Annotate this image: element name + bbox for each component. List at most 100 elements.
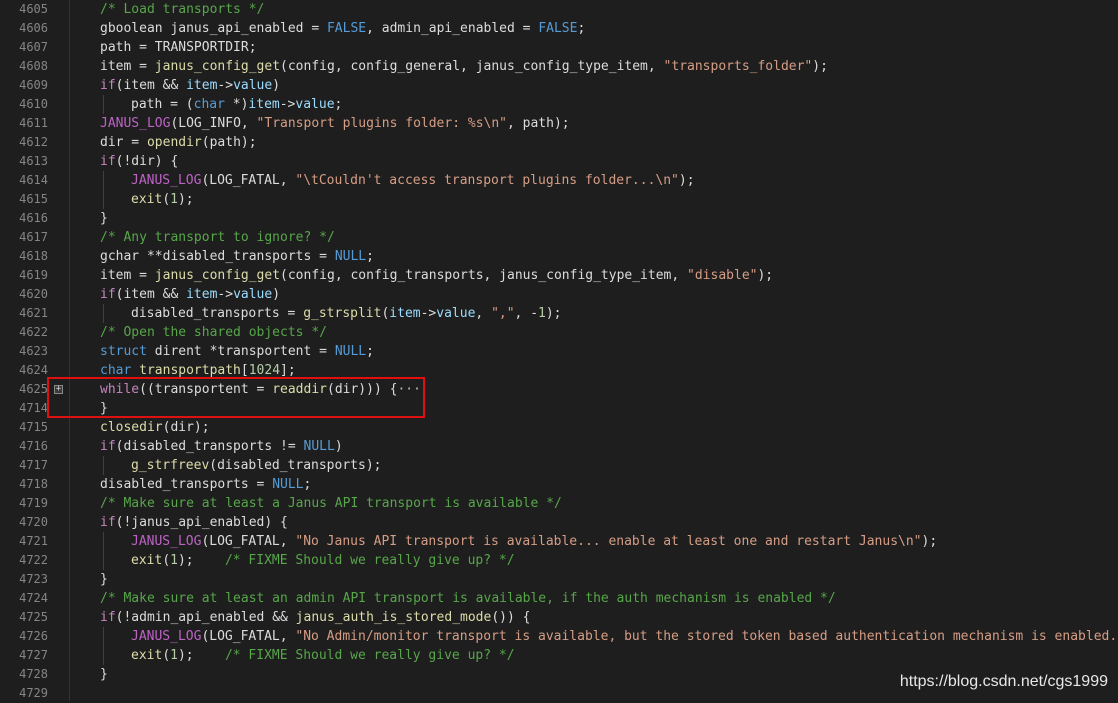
- code-token: (disabled_transports !=: [115, 439, 304, 454]
- line-number: 4721: [19, 534, 48, 548]
- code-token: struct: [100, 344, 147, 359]
- code-text: /* Load transports */: [100, 0, 264, 19]
- code-line[interactable]: 4622 /* Open the shared objects */: [0, 323, 1118, 342]
- code-text: disabled_transports = NULL;: [100, 475, 311, 494]
- code-line[interactable]: 4621 disabled_transports = g_strsplit(ite…: [0, 304, 1118, 323]
- code-text: /* Any transport to ignore? */: [100, 228, 335, 247]
- code-line[interactable]: 4715 closedir(dir);: [0, 418, 1118, 437]
- code-token: 1: [538, 306, 546, 321]
- code-text: JANUS_LOG(LOG_FATAL, "No Admin/monitor t…: [131, 627, 1118, 646]
- code-token: if: [100, 515, 116, 530]
- code-line[interactable]: 4724 /* Make sure at least an admin API t…: [0, 589, 1118, 608]
- code-token: dirent *transportent =: [146, 344, 335, 359]
- code-line[interactable]: 4613 if(!dir) {: [0, 152, 1118, 171]
- code-line[interactable]: 4723}: [0, 570, 1118, 589]
- code-text: path = TRANSPORTDIR;: [100, 38, 257, 57]
- line-number: 4715: [19, 420, 48, 434]
- code-token: path = TRANSPORTDIR;: [100, 40, 257, 55]
- code-line[interactable]: 4725 if(!admin_api_enabled && janus_auth_…: [0, 608, 1118, 627]
- indent-guide: [103, 304, 104, 323]
- line-number: 4723: [19, 572, 48, 586]
- code-text: if(disabled_transports != NULL): [100, 437, 343, 456]
- code-token: (LOG_FATAL,: [201, 534, 296, 549]
- code-token: /* FIXME Should we really give up? */: [224, 553, 515, 568]
- line-number: 4617: [19, 230, 48, 244]
- code-line[interactable]: 4623 struct dirent *transportent = NULL;: [0, 342, 1118, 361]
- line-number: 4725: [19, 610, 48, 624]
- code-line[interactable]: 4615 exit(1);: [0, 190, 1118, 209]
- code-text: /* Open the shared objects */: [100, 323, 327, 342]
- code-editor[interactable]: 4605 /* Load transports */ 4606 gboolean ja…: [0, 0, 1118, 701]
- code-text: }: [100, 665, 108, 684]
- code-token: (config, config_transports, janus_config…: [280, 268, 688, 283]
- code-token: (LOG_FATAL,: [201, 629, 296, 644]
- code-token: [: [240, 363, 249, 378]
- code-token: , -: [514, 306, 539, 321]
- code-text: exit(1);: [131, 190, 194, 209]
- code-line[interactable]: 4620 if(item && item->value): [0, 285, 1118, 304]
- code-token: JANUS_LOG: [131, 534, 202, 549]
- code-token: value: [233, 78, 273, 93]
- code-token: (!dir) {: [115, 154, 179, 169]
- line-number: 4609: [19, 78, 48, 92]
- code-token: NULL: [334, 344, 367, 359]
- line-number: 4722: [19, 553, 48, 567]
- code-token: ];: [280, 363, 296, 378]
- code-text: /* Make sure at least a Janus API transp…: [100, 494, 562, 513]
- code-line[interactable]: 4721 JANUS_LOG(LOG_FATAL, "No Janus API t…: [0, 532, 1118, 551]
- code-token: 1024: [248, 363, 281, 378]
- code-line[interactable]: 4616}: [0, 209, 1118, 228]
- code-token: item =: [100, 268, 155, 283]
- code-token: janus_config_get: [154, 268, 281, 283]
- code-token: ,: [475, 306, 492, 321]
- code-line[interactable]: 4617 /* Any transport to ignore? */: [0, 228, 1118, 247]
- code-token: (config, config_general, janus_config_ty…: [280, 59, 664, 74]
- code-line[interactable]: 4719 /* Make sure at least a Janus API tr…: [0, 494, 1118, 513]
- line-number: 4625: [19, 382, 48, 396]
- code-token: }: [100, 211, 108, 226]
- code-token: char: [100, 363, 132, 378]
- code-line[interactable]: 4727 exit(1); /* FIXME Should we really g…: [0, 646, 1118, 665]
- code-token: , path);: [507, 116, 570, 131]
- code-token: value: [295, 97, 335, 112]
- line-number: 4619: [19, 268, 48, 282]
- code-token: "transports_folder": [663, 59, 813, 74]
- code-token: NULL: [303, 439, 335, 454]
- code-token: (item &&: [115, 287, 187, 302]
- code-line[interactable]: 4611 JANUS_LOG(LOG_INFO, "Transport plugi…: [0, 114, 1118, 133]
- code-line[interactable]: 4610 path = (char *)item->value;: [0, 95, 1118, 114]
- line-number: 4616: [19, 211, 48, 225]
- code-token: FALSE: [538, 21, 578, 36]
- code-text: exit(1); /* FIXME Should we really give …: [131, 646, 515, 665]
- code-token: ): [272, 78, 281, 93]
- code-line[interactable]: 4605 /* Load transports */: [0, 0, 1118, 19]
- code-line[interactable]: 4717 g_strfreev(disabled_transports);: [0, 456, 1118, 475]
- code-text: exit(1); /* FIXME Should we really give …: [131, 551, 515, 570]
- line-number: 4727: [19, 648, 48, 662]
- code-line[interactable]: 4722 exit(1); /* FIXME Should we really g…: [0, 551, 1118, 570]
- code-line[interactable]: 4612 dir = opendir(path);: [0, 133, 1118, 152]
- code-token: /* Load transports */: [100, 2, 265, 17]
- code-token: );: [177, 648, 225, 663]
- code-text: disabled_transports = g_strsplit(item->v…: [131, 304, 562, 323]
- code-line[interactable]: 4608 item = janus_config_get(config, conf…: [0, 57, 1118, 76]
- code-line[interactable]: 4607 path = TRANSPORTDIR;: [0, 38, 1118, 57]
- code-token: (LOG_FATAL,: [201, 173, 296, 188]
- code-token: /* Make sure at least an admin API trans…: [100, 591, 836, 606]
- code-line[interactable]: 4606 gboolean janus_api_enabled = FALSE, …: [0, 19, 1118, 38]
- code-line[interactable]: 4619 item = janus_config_get(config, conf…: [0, 266, 1118, 285]
- code-text: JANUS_LOG(LOG_INFO, "Transport plugins f…: [100, 114, 570, 133]
- code-token: , admin_api_enabled =: [366, 21, 539, 36]
- code-line[interactable]: 4609 if(item && item->value): [0, 76, 1118, 95]
- line-number: 4728: [19, 667, 48, 681]
- code-line[interactable]: 4720 if(!janus_api_enabled) {: [0, 513, 1118, 532]
- line-number: 4618: [19, 249, 48, 263]
- code-line[interactable]: 4726 JANUS_LOG(LOG_FATAL, "No Admin/monit…: [0, 627, 1118, 646]
- code-line[interactable]: 4718 disabled_transports = NULL;: [0, 475, 1118, 494]
- code-line[interactable]: 4716 if(disabled_transports != NULL): [0, 437, 1118, 456]
- code-line[interactable]: 4618 gchar **disabled_transports = NULL;: [0, 247, 1118, 266]
- code-line[interactable]: 4614 JANUS_LOG(LOG_FATAL, "\tCouldn't acc…: [0, 171, 1118, 190]
- code-token: item: [248, 97, 280, 112]
- code-token: *): [224, 97, 249, 112]
- code-token: (item &&: [115, 78, 187, 93]
